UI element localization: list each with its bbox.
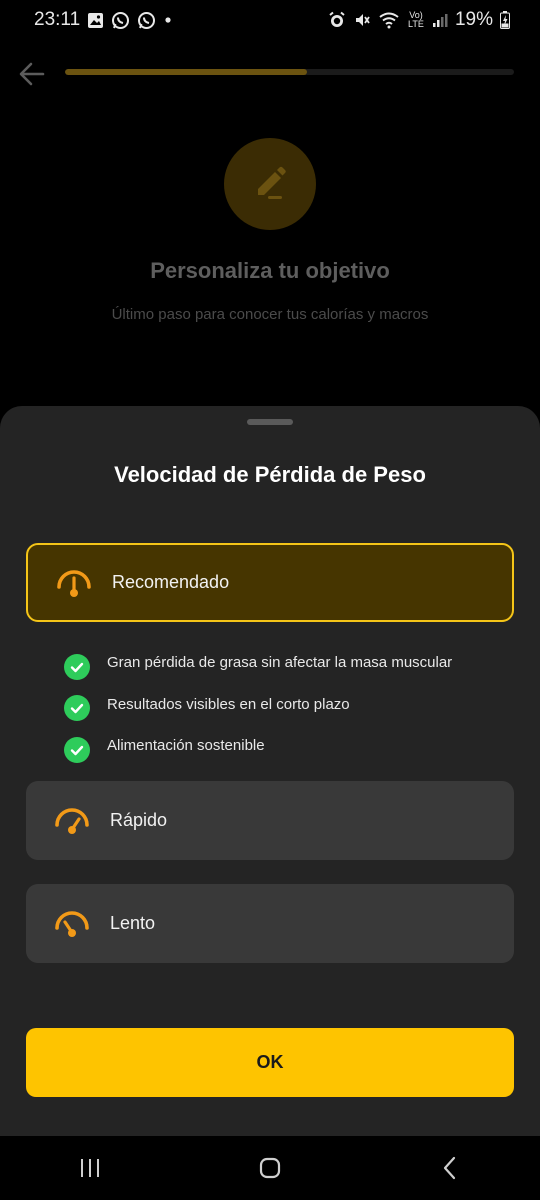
benefit-text: Gran pérdida de grasa sin afectar la mas… — [107, 654, 453, 672]
speedometer-medium-icon — [54, 565, 94, 601]
speedometer-slow-icon — [52, 906, 92, 942]
page-subtitle: Último paso para conocer tus calorías y … — [111, 306, 429, 323]
option-label: Recomendado — [112, 572, 230, 592]
benefit-text: Alimentación sostenible — [107, 737, 265, 755]
volte-indicator: Vo) LTE — [408, 10, 424, 29]
ok-button[interactable]: OK — [26, 1028, 514, 1097]
status-right: Vo) LTE 19% — [328, 9, 510, 31]
alarm-icon — [328, 11, 346, 29]
signal-icon — [432, 12, 448, 28]
whatsapp-icon — [111, 11, 130, 30]
progress-bar — [65, 69, 514, 75]
benefits-list: Gran pérdida de grasa sin afectar la mas… — [64, 646, 452, 771]
page-title: Personaliza tu objetivo — [150, 258, 390, 283]
list-item: Gran pérdida de grasa sin afectar la mas… — [64, 646, 452, 688]
mute-icon — [353, 11, 371, 29]
screen: 23:11 Vo) LTE 19% Personaliza tu objetiv… — [0, 0, 540, 1200]
back-icon[interactable] — [420, 1143, 480, 1193]
background-page: Personaliza tu objetivo Último paso para… — [0, 40, 540, 410]
progress-fill — [65, 69, 308, 75]
home-icon[interactable] — [240, 1143, 300, 1193]
battery-charging-icon — [500, 11, 510, 29]
edit-pencil-icon — [250, 162, 290, 207]
status-time: 23:11 — [34, 9, 81, 30]
status-bar: 23:11 Vo) LTE 19% — [0, 0, 540, 40]
battery-percent: 19% — [454, 9, 493, 30]
check-icon — [64, 695, 90, 722]
back-arrow-icon[interactable] — [16, 58, 48, 90]
navigation-bar — [0, 1136, 540, 1200]
whatsapp-icon-2 — [137, 11, 156, 30]
sheet-title: Velocidad de Pérdida de Peso — [114, 462, 426, 487]
benefit-text: Resultados visibles en el corto plazo — [107, 695, 350, 713]
status-left: 23:11 — [34, 9, 173, 31]
check-icon — [64, 736, 90, 763]
check-icon — [64, 653, 90, 680]
gallery-notification-icon — [87, 12, 104, 29]
list-item: Alimentación sostenible — [64, 729, 452, 771]
list-item: Resultados visibles en el corto plazo — [64, 688, 452, 730]
option-label: Lento — [110, 913, 156, 933]
wifi-icon — [378, 11, 400, 29]
option-recomendado[interactable]: Recomendado — [26, 543, 514, 622]
option-label: Rápido — [110, 810, 168, 830]
option-rapido[interactable]: Rápido — [26, 781, 514, 860]
option-lento[interactable]: Lento — [26, 884, 514, 963]
recent-apps-icon[interactable] — [60, 1143, 120, 1193]
speedometer-fast-icon — [52, 803, 92, 839]
bottom-sheet: Velocidad de Pérdida de Peso Recomendado… — [0, 406, 540, 1136]
hero-icon-circle — [224, 138, 316, 230]
more-notifications-dot-icon — [163, 15, 173, 25]
sheet-drag-handle[interactable] — [247, 419, 293, 425]
